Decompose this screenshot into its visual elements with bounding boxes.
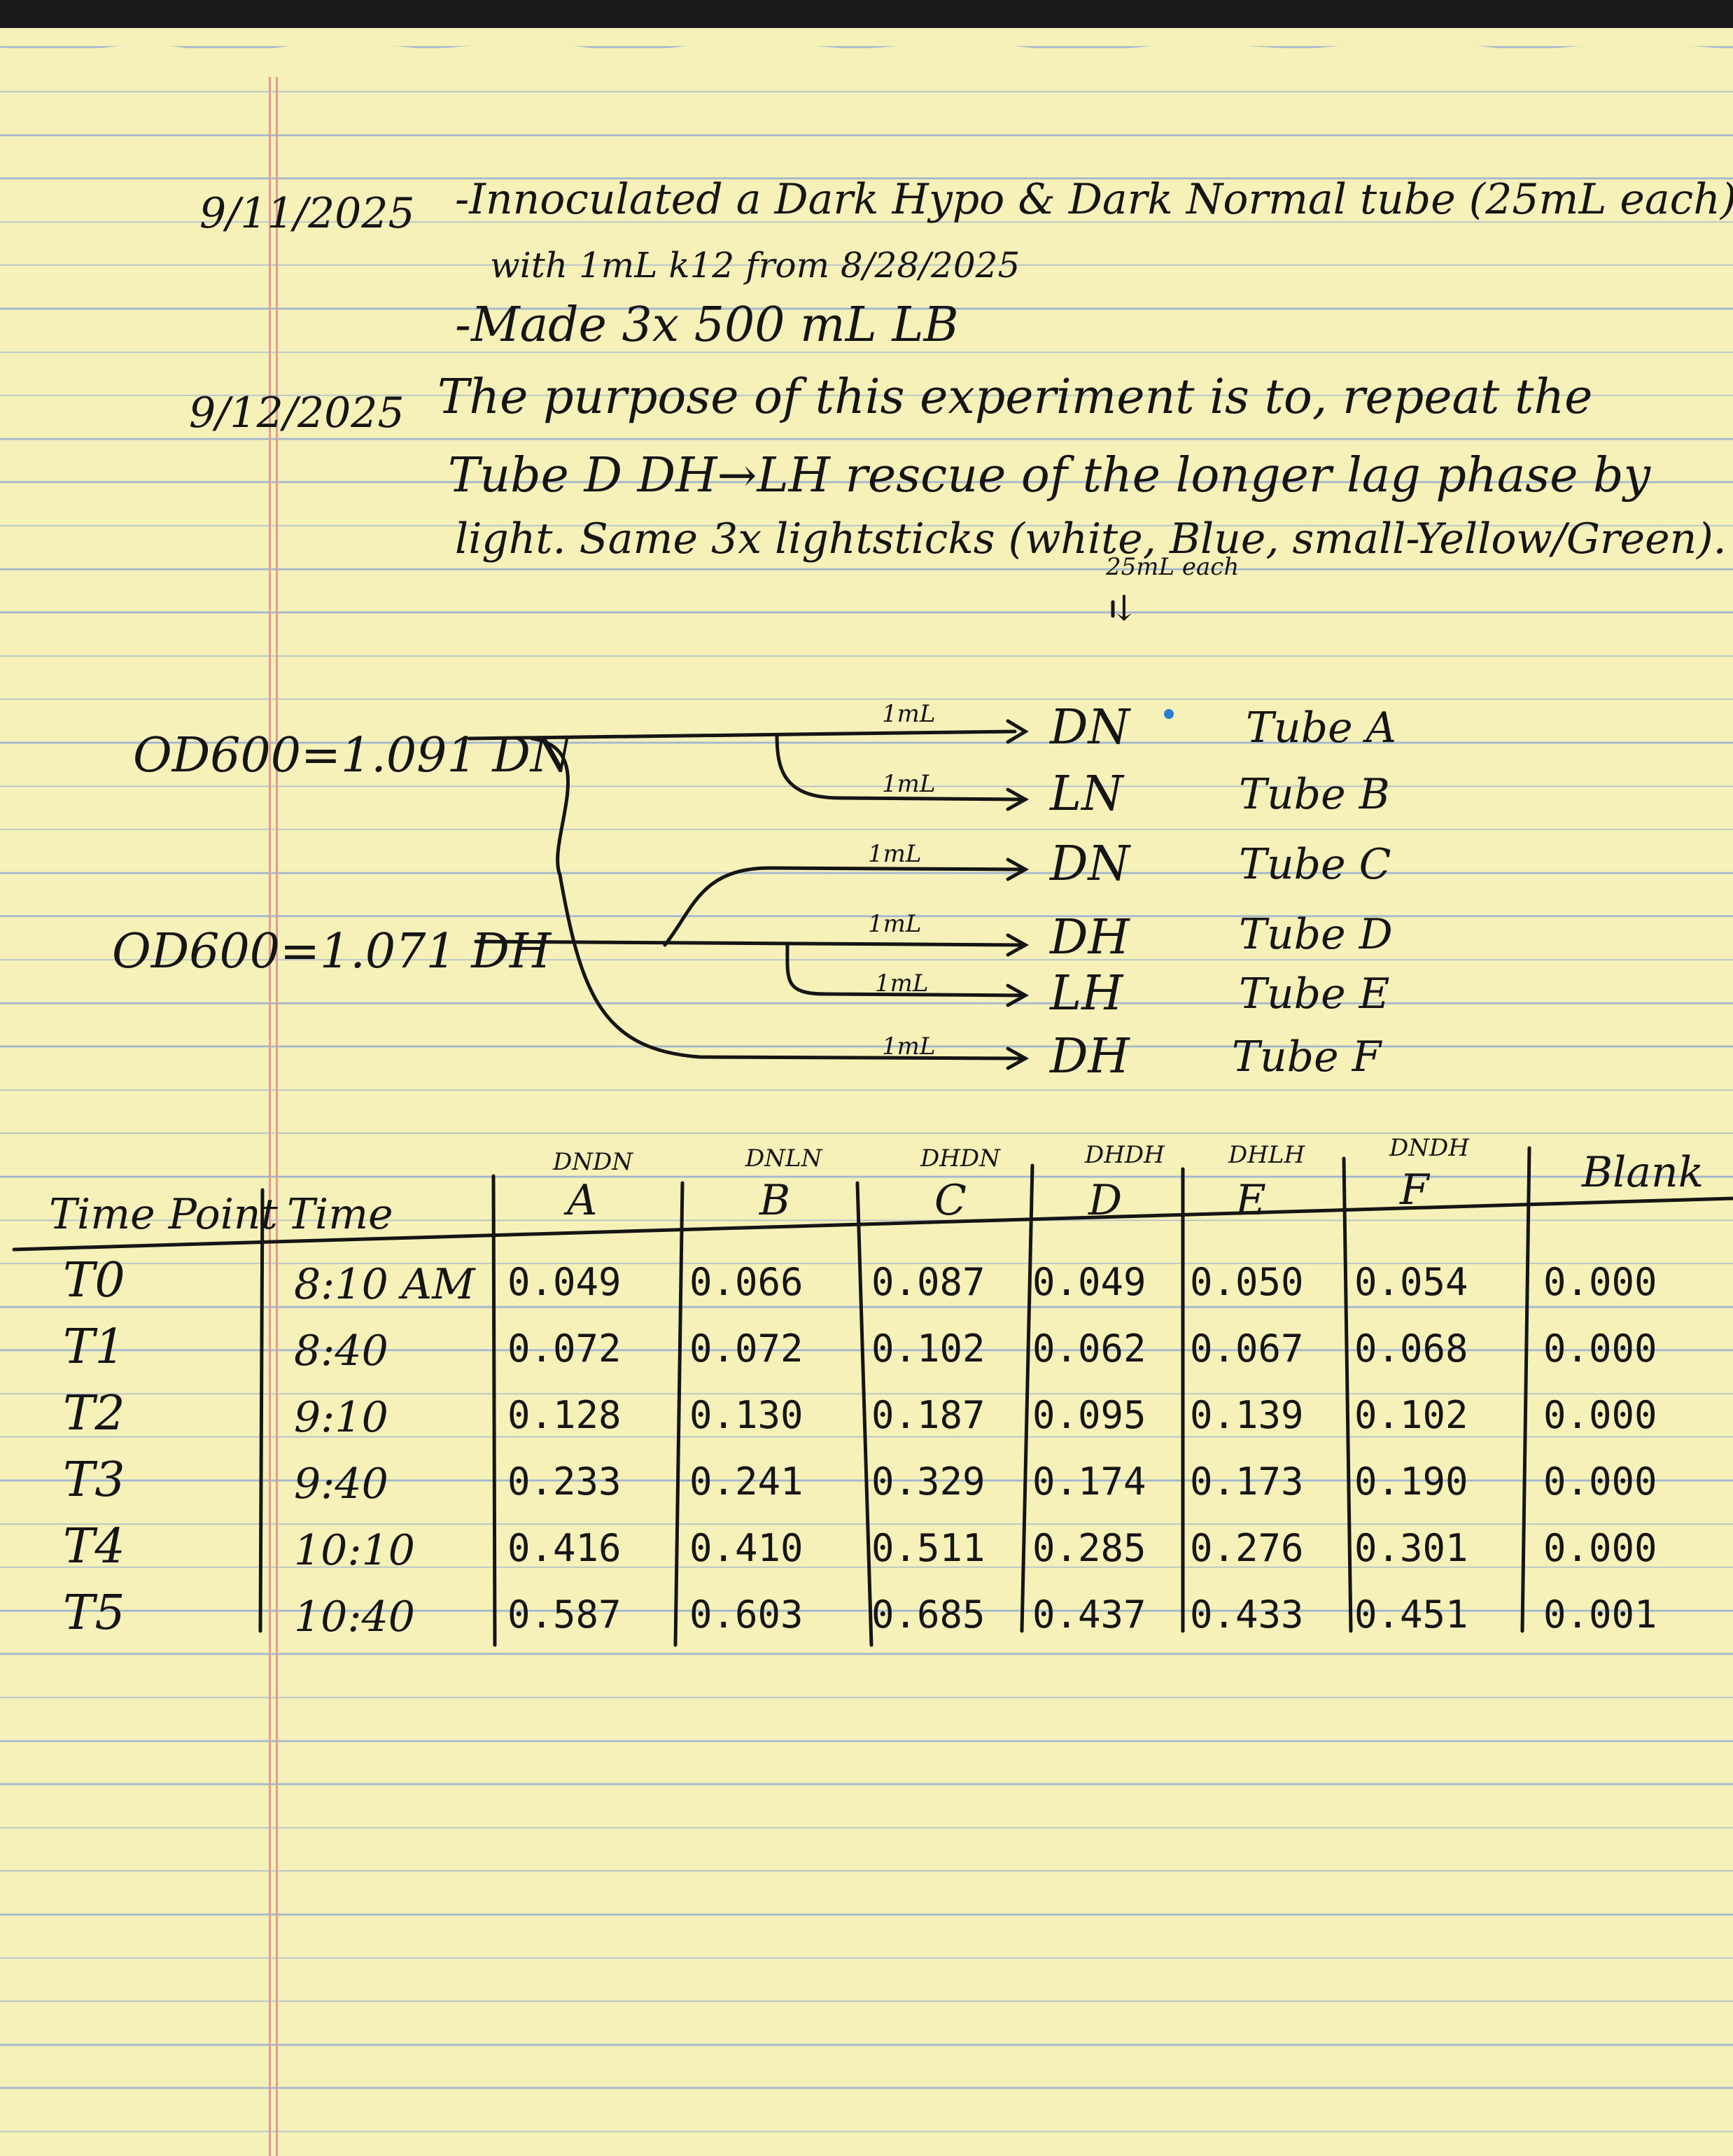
- od-value-cell: 0.062: [1032, 1326, 1146, 1371]
- header-e: E: [1235, 1176, 1266, 1225]
- od-value-cell: 0.102: [871, 1326, 985, 1371]
- od-value-cell: 0.000: [1543, 1526, 1657, 1570]
- header-sub-c: DHDN: [920, 1144, 1000, 1172]
- timepoint-cell: T2: [63, 1386, 125, 1441]
- od-value-cell: 0.072: [507, 1326, 622, 1371]
- header-sub-f: DNDH: [1389, 1134, 1469, 1162]
- time-cell: 9:10: [294, 1393, 388, 1442]
- time-cell: 8:40: [294, 1326, 388, 1376]
- od-value-cell: 0.174: [1032, 1460, 1146, 1504]
- table-grid: [12, 1146, 1733, 1647]
- time-cell: 9:40: [294, 1460, 388, 1508]
- od-value-cell: 0.685: [871, 1592, 985, 1637]
- time-cell: 8:10 AM: [294, 1260, 475, 1309]
- od-value-cell: 0.049: [507, 1260, 622, 1304]
- od-value-cell: 0.000: [1543, 1260, 1657, 1304]
- od-value-cell: 0.128: [507, 1393, 622, 1437]
- header-sub-b: DNLN: [745, 1144, 822, 1172]
- header-time: Time: [287, 1190, 393, 1239]
- od-value-cell: 0.329: [871, 1460, 985, 1504]
- od-value-cell: 0.173: [1190, 1460, 1304, 1504]
- od-value-cell: 0.301: [1354, 1526, 1468, 1570]
- od-value-cell: 0.233: [507, 1460, 622, 1504]
- header-a: A: [567, 1176, 598, 1225]
- od-value-cell: 0.049: [1032, 1260, 1146, 1304]
- od-value-cell: 0.511: [871, 1526, 985, 1570]
- od-value-cell: 0.095: [1032, 1393, 1146, 1437]
- od-value-cell: 0.285: [1032, 1526, 1146, 1570]
- header-sub-d: DHDH: [1085, 1141, 1165, 1169]
- od-value-cell: 0.067: [1190, 1326, 1304, 1371]
- od-value-cell: 0.050: [1190, 1260, 1304, 1304]
- header-d: D: [1088, 1176, 1123, 1225]
- od-value-cell: 0.068: [1354, 1326, 1468, 1371]
- od-value-cell: 0.130: [689, 1393, 804, 1437]
- od-value-cell: 0.190: [1354, 1460, 1468, 1504]
- header-c: C: [934, 1176, 967, 1225]
- od-value-cell: 0.102: [1354, 1393, 1468, 1437]
- od-value-cell: 0.416: [507, 1526, 622, 1570]
- od-value-cell: 0.187: [871, 1393, 985, 1437]
- header-sub-a: DNDN: [553, 1148, 633, 1176]
- od-value-cell: 0.241: [689, 1460, 804, 1504]
- header-sub-e: DHLH: [1228, 1141, 1305, 1169]
- od-value-cell: 0.054: [1354, 1260, 1468, 1304]
- header-b: B: [759, 1176, 791, 1225]
- timepoint-cell: T0: [63, 1253, 125, 1308]
- od-value-cell: 0.410: [689, 1526, 804, 1570]
- od-value-cell: 0.603: [689, 1592, 804, 1637]
- od-value-cell: 0.072: [689, 1326, 804, 1371]
- od-value-cell: 0.437: [1032, 1592, 1146, 1637]
- od-value-cell: 0.066: [689, 1260, 804, 1304]
- header-time-point: Time Point: [49, 1190, 278, 1239]
- od-value-cell: 0.000: [1543, 1460, 1657, 1504]
- timepoint-cell: T3: [63, 1452, 125, 1508]
- od-value-cell: 0.001: [1543, 1592, 1657, 1637]
- od-value-cell: 0.139: [1190, 1393, 1304, 1437]
- time-cell: 10:40: [294, 1592, 415, 1642]
- od-value-cell: 0.000: [1543, 1326, 1657, 1371]
- timepoint-cell: T1: [63, 1320, 125, 1375]
- timepoint-cell: T5: [63, 1586, 125, 1641]
- header-blank: Blank: [1582, 1148, 1704, 1197]
- header-f: F: [1400, 1166, 1429, 1214]
- od-value-cell: 0.451: [1354, 1592, 1468, 1637]
- od-value-cell: 0.587: [507, 1592, 622, 1637]
- od-value-cell: 0.087: [871, 1260, 985, 1304]
- od-value-cell: 0.276: [1190, 1526, 1304, 1570]
- od-value-cell: 0.000: [1543, 1393, 1657, 1437]
- od-value-cell: 0.433: [1190, 1592, 1304, 1637]
- time-cell: 10:10: [294, 1526, 415, 1575]
- timepoint-cell: T4: [63, 1519, 125, 1574]
